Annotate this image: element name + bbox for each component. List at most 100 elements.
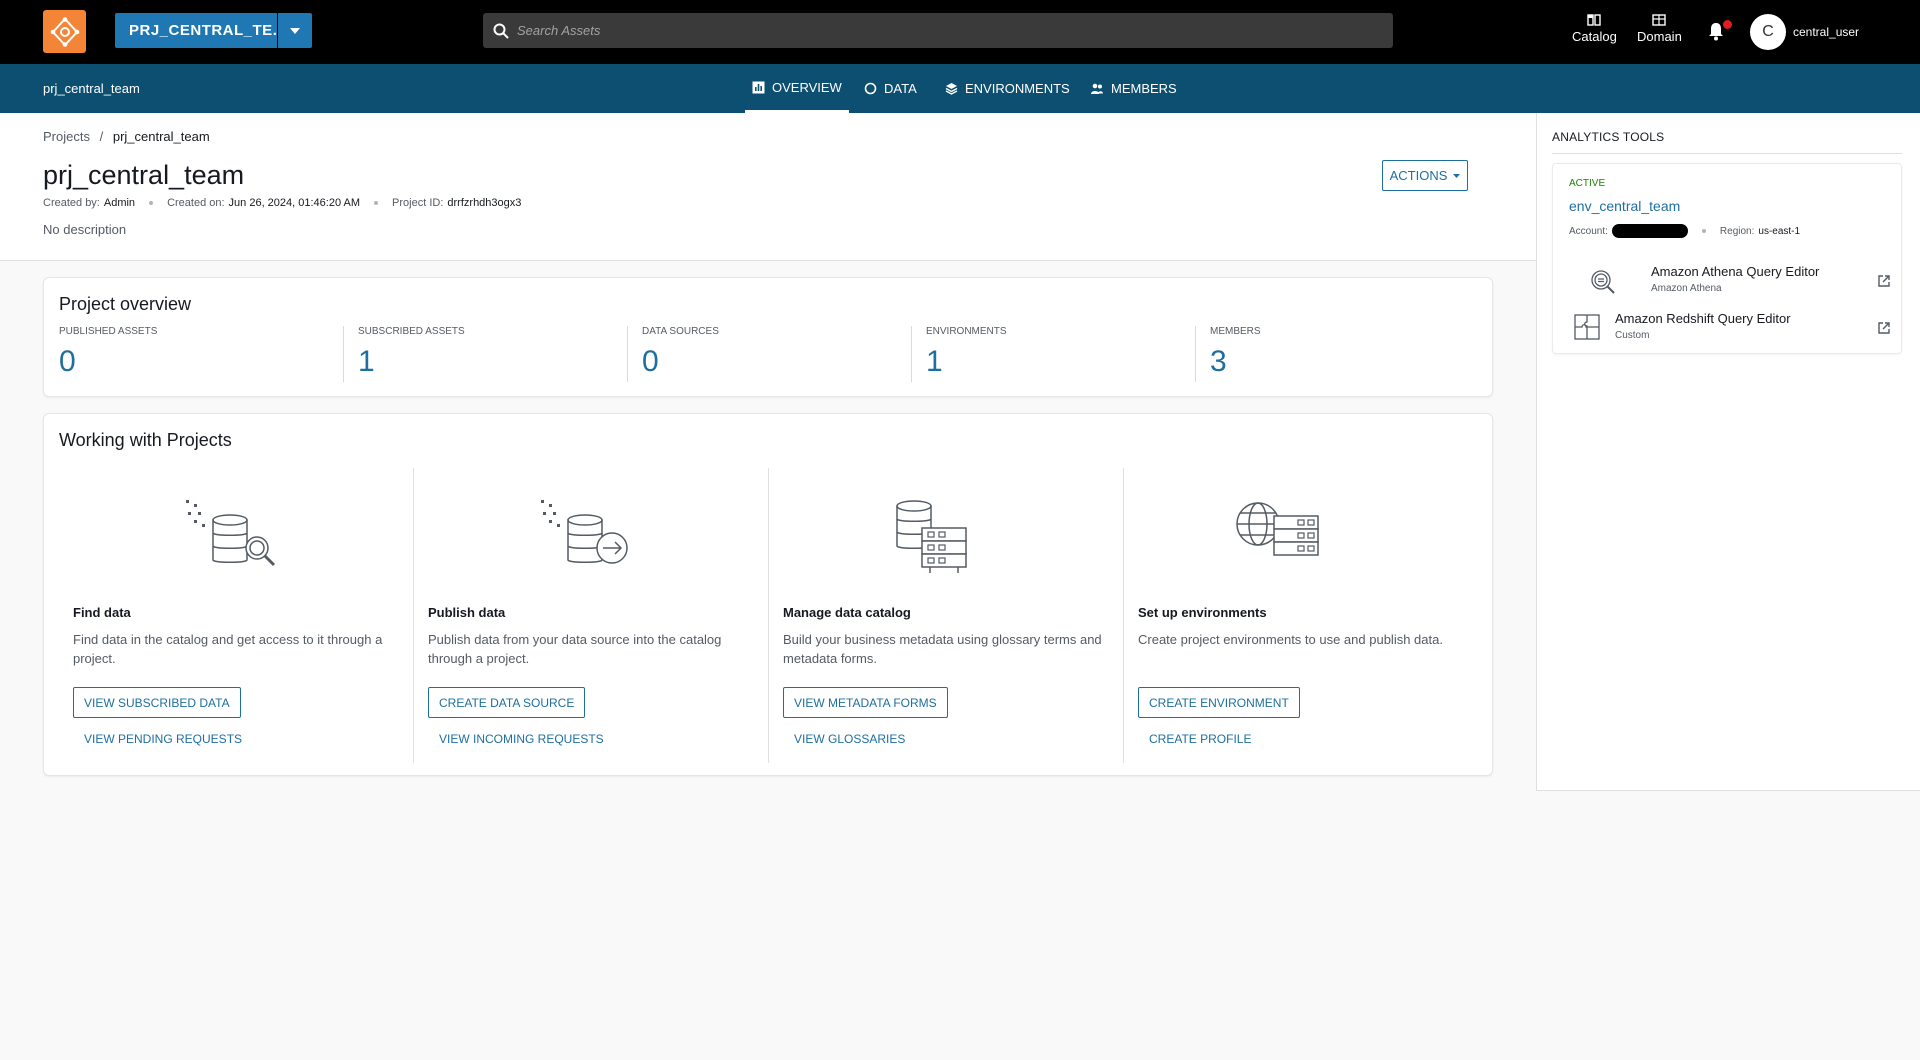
actions-label: ACTIONS <box>1389 168 1448 183</box>
external-link-icon[interactable] <box>1877 321 1891 335</box>
redshift-icon <box>1574 314 1600 340</box>
section-description: Find data in the catalog and get access … <box>73 632 383 666</box>
notification-badge <box>1723 20 1732 29</box>
caret-down-icon <box>1453 173 1461 178</box>
athena-query-editor-tool[interactable]: Amazon Athena Query Editor Amazon Athena <box>1569 264 1899 304</box>
chart-icon <box>752 81 765 93</box>
stat-label: ENVIRONMENTS <box>926 326 1007 337</box>
section-description: Publish data from your data source into … <box>428 632 722 666</box>
view-metadata-forms-button[interactable]: VIEW METADATA FORMS <box>783 687 948 718</box>
created-on-label: Created on: <box>167 197 225 209</box>
section-description: Build your business metadata using gloss… <box>783 632 1102 666</box>
stat-environments: ENVIRONMENTS 1 <box>926 326 1007 381</box>
tab-members[interactable]: MEMBERS <box>1090 64 1177 113</box>
logo-icon <box>50 16 79 47</box>
stat-divider <box>911 326 912 382</box>
domain-label: Domain <box>1637 29 1682 44</box>
breadcrumb-current: prj_central_team <box>112 129 210 144</box>
stat-value[interactable]: 3 <box>1210 345 1261 379</box>
region-label: Region: <box>1719 225 1755 237</box>
section-title: Find data <box>73 605 131 620</box>
catalog-icon <box>1587 14 1602 26</box>
app-logo[interactable] <box>43 10 86 53</box>
project-overview-title: Project overview <box>59 294 192 314</box>
tab-data[interactable]: DATA <box>864 64 917 113</box>
external-link-icon[interactable] <box>1877 274 1891 288</box>
project-description: No description <box>43 222 127 237</box>
stat-members: MEMBERS 3 <box>1210 326 1261 381</box>
stat-published-assets: PUBLISHED ASSETS 0 <box>59 326 157 381</box>
athena-icon <box>1591 270 1615 294</box>
divider <box>1552 153 1902 154</box>
region-value: us-east-1 <box>1758 225 1801 237</box>
database-search-icon <box>186 500 276 567</box>
search-icon <box>493 23 509 39</box>
tab-environments[interactable]: ENVIRONMENTS <box>945 64 1070 113</box>
breadcrumb-separator: / <box>99 129 104 144</box>
stat-label: SUBSCRIBED ASSETS <box>358 326 465 337</box>
working-with-projects-card: Working with Projects Find data Find dat… <box>43 413 1493 776</box>
create-profile-link[interactable]: CREATE PROFILE <box>1149 732 1251 746</box>
created-by-label: Created by: <box>43 197 100 209</box>
publish-data-section: Publish data Publish data from your data… <box>414 468 754 763</box>
domain-nav-button[interactable]: Domain <box>1637 14 1682 44</box>
stat-value[interactable]: 1 <box>358 345 465 379</box>
top-bar: PRJ_CENTRAL_TE... Catalog Domain C <box>0 0 1920 64</box>
catalog-nav-button[interactable]: Catalog <box>1572 14 1617 44</box>
stat-value[interactable]: 0 <box>642 345 719 379</box>
meta-separator <box>1701 229 1706 233</box>
analytics-tools-title: ANALYTICS TOOLS <box>1552 130 1665 144</box>
project-id-value: drrfzrhdh3ogx3 <box>447 197 522 209</box>
set-up-environments-section: Set up environments Create project envir… <box>1124 468 1479 763</box>
meta-separator <box>374 201 379 205</box>
stat-data-sources: DATA SOURCES 0 <box>642 326 719 381</box>
username[interactable]: central_user <box>1793 25 1859 39</box>
create-environment-button[interactable]: CREATE ENVIRONMENT <box>1138 687 1300 718</box>
section-title: Publish data <box>428 605 506 620</box>
breadcrumb-projects-link[interactable]: Projects <box>43 129 90 144</box>
project-name: prj_central_team <box>43 81 140 96</box>
stat-value[interactable]: 1 <box>926 345 1007 379</box>
view-glossaries-link[interactable]: VIEW GLOSSARIES <box>794 732 905 746</box>
breadcrumb: Projects / prj_central_team <box>43 129 210 144</box>
environment-link[interactable]: env_central_team <box>1569 198 1680 214</box>
redshift-query-editor-tool[interactable]: Amazon Redshift Query Editor Custom <box>1569 311 1899 351</box>
tab-overview[interactable]: OVERVIEW <box>745 64 849 113</box>
tool-name: Amazon Redshift Query Editor <box>1615 311 1791 326</box>
project-id-label: Project ID: <box>392 197 444 209</box>
create-data-source-button[interactable]: CREATE DATA SOURCE <box>428 687 586 718</box>
tab-label: DATA <box>884 81 917 96</box>
section-title: Set up environments <box>1138 605 1267 620</box>
tab-label: ENVIRONMENTS <box>965 81 1070 96</box>
caret-down-icon <box>290 27 300 34</box>
created-on-value: Jun 26, 2024, 01:46:20 AM <box>228 197 361 209</box>
search-input[interactable] <box>517 23 1377 38</box>
created-by-value: Admin <box>103 197 136 209</box>
view-subscribed-data-button[interactable]: VIEW SUBSCRIBED DATA <box>73 687 241 718</box>
stat-subscribed-assets: SUBSCRIBED ASSETS 1 <box>358 326 465 381</box>
users-icon <box>1091 83 1103 94</box>
stat-label: MEMBERS <box>1210 326 1261 337</box>
page-header: Projects / prj_central_team prj_central_… <box>0 113 1536 261</box>
meta-separator <box>149 201 154 205</box>
stat-label: DATA SOURCES <box>642 326 719 337</box>
view-incoming-requests-link[interactable]: VIEW INCOMING REQUESTS <box>439 732 604 746</box>
tab-label: MEMBERS <box>1111 81 1177 96</box>
project-overview-card: Project overview PUBLISHED ASSETS 0 SUBS… <box>43 277 1493 397</box>
avatar[interactable]: C <box>1750 14 1786 50</box>
project-selector-dropdown[interactable] <box>278 13 312 48</box>
project-selector-button[interactable]: PRJ_CENTRAL_TE... <box>115 13 286 48</box>
stat-divider <box>627 326 628 382</box>
tool-subtitle: Amazon Athena <box>1651 283 1722 294</box>
database-publish-icon <box>541 500 628 564</box>
view-pending-requests-link[interactable]: VIEW PENDING REQUESTS <box>84 732 242 746</box>
redacted-account <box>1611 224 1688 238</box>
status-badge: ACTIVE <box>1569 178 1606 189</box>
project-metadata: Created by: Admin Created on: Jun 26, 20… <box>43 197 521 209</box>
stat-value[interactable]: 0 <box>59 345 157 379</box>
globe-servers-icon <box>1236 502 1319 556</box>
environment-metadata: Account: Region: us-east-1 <box>1569 224 1800 238</box>
tab-label: OVERVIEW <box>772 79 842 95</box>
analytics-tools-panel: ANALYTICS TOOLS ACTIVE env_central_team … <box>1536 113 1920 791</box>
actions-button[interactable]: ACTIONS <box>1382 160 1468 191</box>
